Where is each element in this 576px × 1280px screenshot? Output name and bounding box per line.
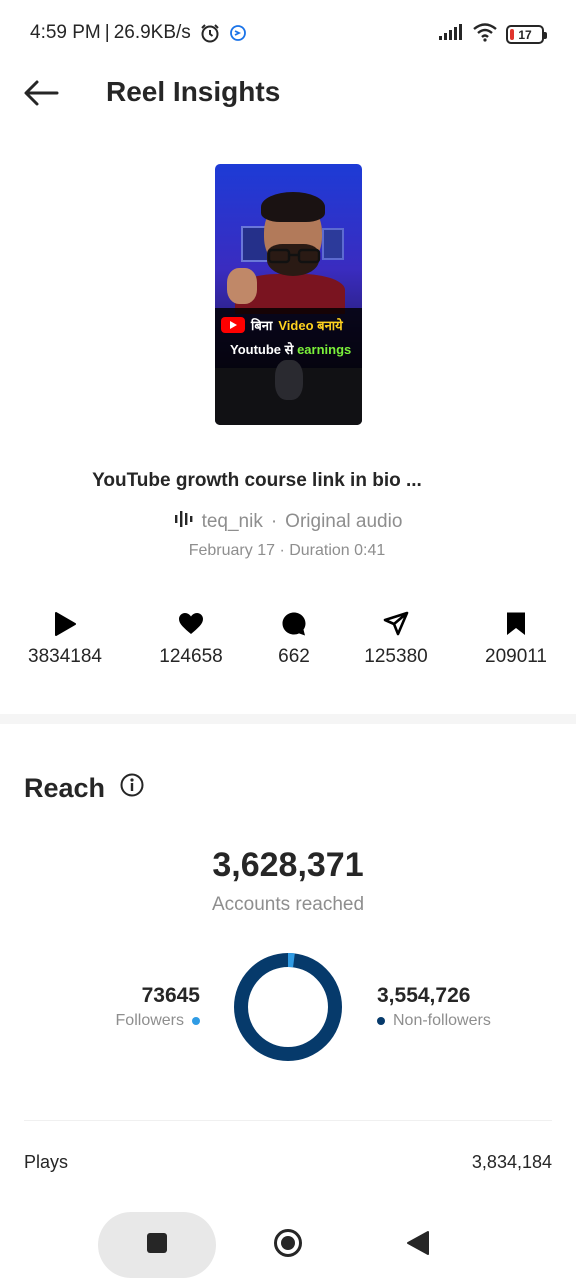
wifi-icon [472,22,498,47]
info-icon[interactable] [119,772,145,805]
stat-saves: 209011 [466,610,566,668]
stat-likes-count: 124658 [159,646,223,667]
stat-plays: 3834184 [15,610,115,668]
thumb-caption-line1: बिना Video बनाये [221,316,343,334]
thumb-mic [275,360,303,400]
audio-separator: · [270,511,278,532]
thumb-wall-frame [322,228,344,260]
nonfollowers-value: 3,554,726 [377,984,471,1007]
reel-thumbnail[interactable]: बिना Video बनाये Youtube से earnings [215,164,362,425]
heart-icon [141,610,241,638]
triangle-back-icon [406,1230,430,1261]
stat-shares-count: 125380 [364,646,428,667]
followers-dot [192,1017,200,1025]
section-divider [0,714,576,724]
followers-stat: 73645 Followers [116,984,200,1030]
thumb-caption-word: बिना [251,318,273,333]
status-speed: 26.9KB/s [113,22,191,43]
followers-value: 73645 [141,984,200,1007]
youtube-icon [221,317,245,333]
thumb-caption-word: Video बनाये [278,318,343,333]
nonfollowers-dot [377,1017,385,1025]
reel-caption: YouTube growth course link in bio ... [92,470,422,491]
nonfollowers-label: Non-followers [393,1012,491,1029]
plays-row: Plays 3,834,184 [24,1152,552,1173]
plays-label: Plays [24,1152,69,1172]
battery-icon: 17 [506,25,547,44]
bookmark-icon [466,610,566,638]
stat-saves-count: 209011 [485,646,547,667]
thumb-glasses [267,248,321,264]
audio-label: Original audio [285,511,403,532]
reel-date: February 17 [188,542,275,559]
recents-button[interactable] [98,1212,216,1278]
thumb-caption-word: Youtube से [230,342,294,357]
home-button[interactable] [258,1212,318,1278]
waveform-icon [174,509,194,535]
reach-title: Reach [24,773,106,803]
reach-donut-chart [234,953,342,1061]
audio-username: teq_nik [201,511,263,532]
thumb-hand [227,268,257,304]
battery-percent: 17 [518,27,532,42]
accounts-reached-label: Accounts reached [211,894,365,915]
thumb-caption-word: earnings [297,342,352,357]
stat-likes: 124658 [141,610,241,668]
sync-icon [229,24,247,42]
nonfollowers-stat: 3,554,726 Non-followers [377,984,491,1030]
accounts-reached-total: 3,628,371 [212,846,364,884]
thumb-hair [261,192,325,222]
row-divider [24,1120,552,1121]
home-circle-icon [273,1228,303,1263]
signal-icon [438,23,464,46]
plays-value: 3,834,184 [471,1152,552,1172]
stat-shares: 125380 [346,610,446,668]
stats-row: 3834184 124658 662 125380 209011 [0,610,576,674]
thumb-caption-line2: Youtube से earnings [230,340,351,358]
status-right: 17 [438,22,547,47]
header: Reel Insights [0,66,576,122]
reel-duration: Duration 0:41 [289,542,386,559]
nonfollowers-legend: Non-followers [377,1012,491,1030]
status-bar: 4:59 PM | 26.9KB/s 17 [0,0,576,66]
comment-icon [244,610,344,638]
status-separator: | [104,22,110,43]
stat-comments-count: 662 [278,646,310,667]
meta-separator: · [279,542,285,559]
followers-legend: Followers [116,1012,200,1030]
stat-comments: 662 [244,610,344,668]
reel-meta: February 17 · Duration 0:41 [0,542,574,560]
page-title: Reel Insights [106,76,281,107]
audio-row[interactable]: teq_nik · Original audio [0,509,576,535]
system-nav-bar [0,1200,576,1280]
send-icon [346,610,446,638]
back-button[interactable] [20,74,62,116]
play-icon [15,610,115,638]
arrow-left-icon [23,79,59,112]
nav-back-button[interactable] [388,1212,448,1278]
followers-label: Followers [115,1012,184,1029]
square-icon [145,1231,169,1260]
donut-nonfollowers-arc [234,953,342,1061]
battery-level [510,29,514,40]
stat-plays-count: 3834184 [28,646,102,667]
reach-heading: Reach [24,772,145,805]
status-left: 4:59 PM | 26.9KB/s [30,22,247,44]
alarm-icon [199,22,221,44]
status-time: 4:59 PM [30,22,101,43]
